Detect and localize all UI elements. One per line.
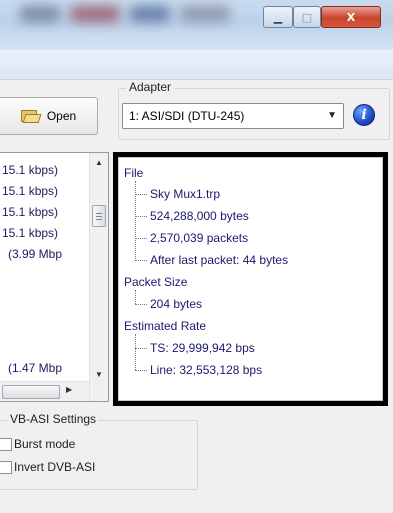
tree-connector bbox=[135, 181, 136, 261]
invert-dvb-asi-label[interactable]: Invert DVB-ASI bbox=[14, 460, 95, 474]
adapter-selected-value: 1: ASI/SDI (DTU-245) bbox=[129, 109, 245, 123]
scroll-thumb[interactable] bbox=[92, 205, 106, 227]
list-item[interactable]: 15.1 kbps) bbox=[0, 226, 58, 246]
scroll-right-icon[interactable]: ▶ bbox=[66, 385, 72, 394]
tree-connector bbox=[135, 238, 147, 239]
tree-connector bbox=[135, 348, 147, 349]
list-item[interactable]: 15.1 kbps) bbox=[0, 205, 58, 225]
tree-leaf-packet-size[interactable]: 204 bytes bbox=[150, 297, 202, 311]
maximize-button[interactable]: □ bbox=[293, 6, 321, 28]
tree-leaf-file-name[interactable]: Sky Mux1.trp bbox=[150, 187, 220, 201]
rates-list[interactable]: 15.1 kbps) 15.1 kbps) 15.1 kbps) 15.1 kb… bbox=[0, 152, 109, 402]
minimize-button[interactable]: ▁ bbox=[263, 6, 293, 28]
burst-mode-checkbox[interactable] bbox=[0, 438, 12, 451]
blurred-title-fragment bbox=[70, 6, 120, 22]
tree-connector bbox=[135, 194, 147, 195]
horizontal-scrollbar[interactable]: ▶ bbox=[0, 381, 89, 401]
scroll-down-icon[interactable]: ▼ bbox=[90, 365, 108, 383]
tree-leaf-file-packets[interactable]: 2,570,039 packets bbox=[150, 231, 248, 245]
list-item[interactable]: (3.99 Mbp bbox=[0, 247, 62, 267]
dvb-asi-settings-group bbox=[0, 420, 198, 490]
burst-mode-label[interactable]: Burst mode bbox=[14, 437, 75, 451]
window-titlebar: ▁ □ X bbox=[0, 0, 393, 50]
vertical-scrollbar[interactable]: ▲ ▼ bbox=[89, 153, 108, 401]
tree-connector bbox=[135, 216, 147, 217]
dvb-asi-settings-label: VB-ASI Settings bbox=[8, 412, 99, 426]
info-icon[interactable]: i bbox=[353, 104, 375, 126]
tree-connector bbox=[135, 304, 147, 305]
scroll-up-icon[interactable]: ▲ bbox=[90, 153, 108, 171]
tree-leaf-line-rate[interactable]: Line: 32,553,128 bps bbox=[150, 363, 262, 377]
list-item[interactable]: 15.1 kbps) bbox=[0, 184, 58, 204]
list-item[interactable]: (1.47 Mbp bbox=[0, 361, 62, 381]
open-button-label: Open bbox=[46, 109, 77, 123]
chevron-down-icon: ▼ bbox=[327, 110, 337, 121]
blurred-title-fragment bbox=[130, 6, 170, 22]
tree-connector bbox=[135, 260, 147, 261]
toolbar-strip bbox=[0, 50, 393, 80]
tree-connector bbox=[135, 290, 136, 304]
open-button[interactable]: Open bbox=[0, 97, 98, 135]
horizontal-scroll-thumb[interactable] bbox=[2, 385, 60, 399]
tree-leaf-file-bytes[interactable]: 524,288,000 bytes bbox=[150, 209, 249, 223]
adapter-group-label: Adapter bbox=[126, 80, 175, 94]
tree-connector bbox=[135, 334, 136, 370]
tree-node-estimated-rate[interactable]: Estimated Rate bbox=[124, 319, 206, 333]
close-button[interactable]: X bbox=[321, 6, 381, 28]
tree-connector bbox=[135, 370, 147, 371]
blurred-title-fragment bbox=[20, 6, 60, 22]
tree-node-file[interactable]: File bbox=[124, 166, 143, 180]
blurred-title-fragment bbox=[180, 6, 230, 22]
tree-leaf-ts-rate[interactable]: TS: 29,999,942 bps bbox=[150, 341, 255, 355]
tree-node-packet-size[interactable]: Packet Size bbox=[124, 275, 187, 289]
adapter-select[interactable]: 1: ASI/SDI (DTU-245) ▼ bbox=[122, 103, 344, 129]
invert-dvb-asi-checkbox[interactable] bbox=[0, 461, 12, 474]
tree-leaf-after-last-packet[interactable]: After last packet: 44 bytes bbox=[150, 253, 288, 267]
list-item[interactable]: 15.1 kbps) bbox=[0, 163, 58, 183]
folder-open-icon bbox=[20, 108, 42, 124]
